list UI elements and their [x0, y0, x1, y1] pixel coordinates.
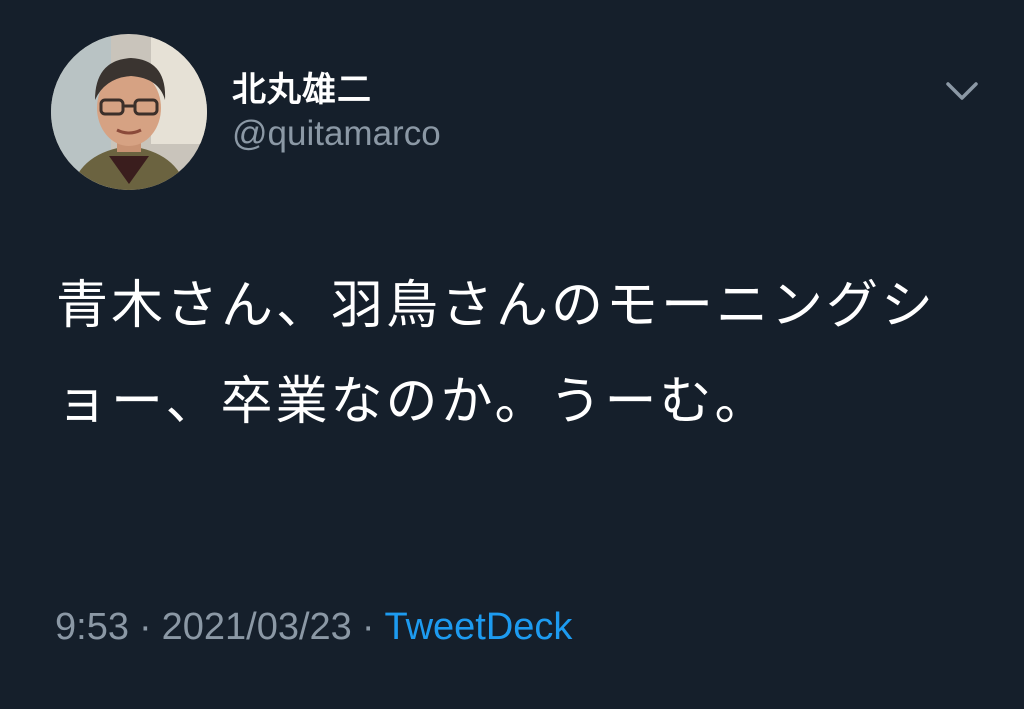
- tweet-text: 青木さん、羽鳥さんのモーニングショー、卒業なのか。うーむ。: [56, 276, 937, 432]
- chevron-down-icon: [946, 82, 978, 100]
- tweet-metadata: 9:53 · 2021/03/23 · TweetDeck: [55, 606, 572, 649]
- tweet-time[interactable]: 9:53: [55, 606, 129, 648]
- tweet-menu-button[interactable]: [938, 70, 986, 110]
- tweet-date[interactable]: 2021/03/23: [162, 606, 352, 648]
- tweet-card: 北丸雄二 @quitamarco 青木さん、羽鳥さんのモーニングショー、卒業なの…: [0, 0, 1024, 709]
- author-handle[interactable]: @quitamarco: [232, 114, 441, 154]
- author-display-name[interactable]: 北丸雄二: [232, 62, 372, 111]
- avatar[interactable]: [51, 34, 207, 190]
- meta-separator: ·: [138, 606, 152, 648]
- tweet-source-link[interactable]: TweetDeck: [384, 606, 572, 648]
- meta-separator: ·: [361, 606, 375, 648]
- user-avatar-photo-icon: [51, 34, 207, 190]
